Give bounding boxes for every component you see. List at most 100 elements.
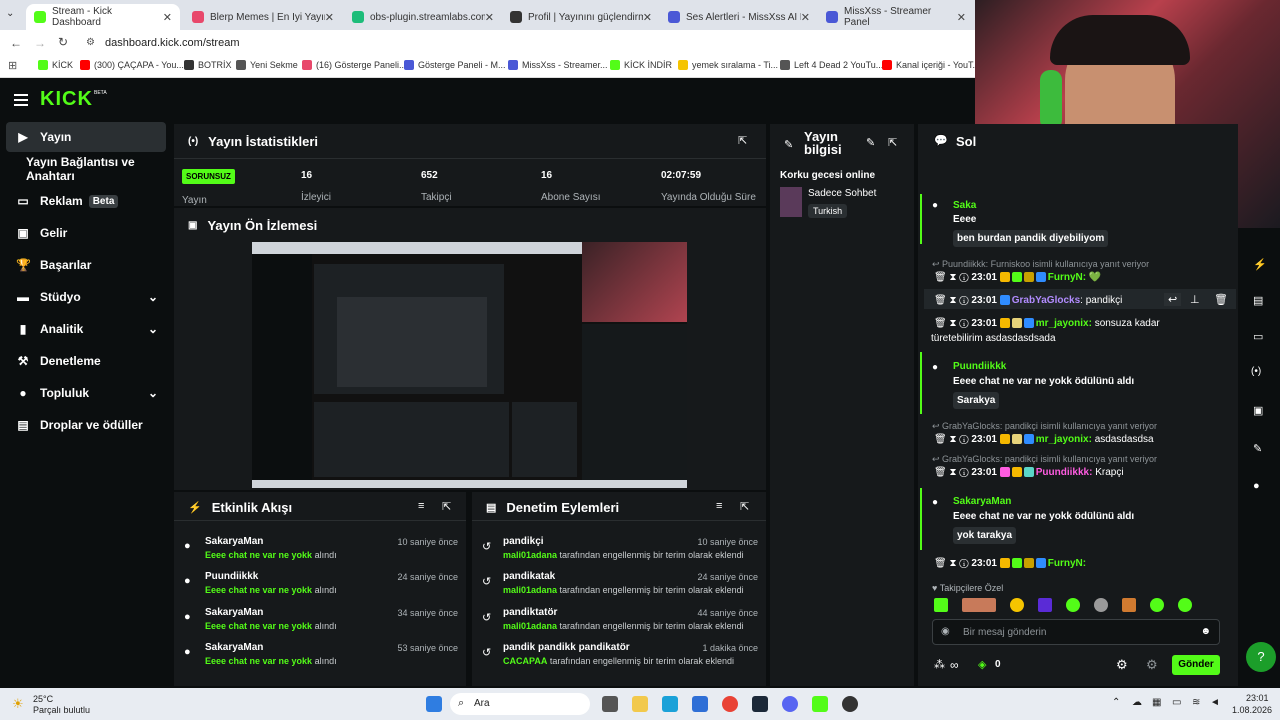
- back-icon[interactable]: ←: [10, 36, 22, 50]
- tab-4[interactable]: Ses Alertleri - MissXss AI Bot Sys...✕: [660, 4, 818, 30]
- broadcast-icon[interactable]: (•): [1251, 366, 1261, 377]
- chat-user[interactable]: mr_jayonix:: [1036, 434, 1092, 445]
- emote-icon[interactable]: [1038, 598, 1052, 612]
- close-icon[interactable]: ✕: [957, 11, 966, 24]
- bookmark-4[interactable]: (16) Gösterge Paneli...: [302, 60, 407, 70]
- tab-3[interactable]: Profil | Yayınını güçlendirmek iç...✕: [502, 4, 660, 30]
- undo-icon[interactable]: ↺: [482, 646, 491, 659]
- wifi-icon[interactable]: ≋: [1192, 697, 1200, 708]
- close-icon[interactable]: ✕: [163, 11, 172, 24]
- sidebar-item-gelir[interactable]: ▣ Gelir: [6, 218, 166, 248]
- windows-start-icon[interactable]: [426, 696, 442, 712]
- emoji-icon[interactable]: ☻: [1200, 626, 1211, 637]
- taskbar-search[interactable]: ⌕ Ara: [450, 693, 590, 715]
- close-icon[interactable]: ✕: [801, 11, 810, 24]
- bookmark-5[interactable]: Gösterge Paneli - M...: [404, 60, 506, 70]
- expand-icon[interactable]: ⇱: [888, 136, 897, 149]
- emote-icon[interactable]: [934, 598, 948, 612]
- explorer-icon[interactable]: [632, 696, 648, 712]
- clock-date[interactable]: 1.08.2026: [1232, 705, 1272, 715]
- edge-icon[interactable]: [662, 696, 678, 712]
- bookmark-6[interactable]: MissXss - Streamer...: [508, 60, 608, 70]
- bookmark-10[interactable]: Kanal içeriği - YouT...: [882, 60, 980, 70]
- chat-reward-user[interactable]: Saka: [953, 200, 976, 211]
- bookmark-8[interactable]: yemek sıralama - Ti...: [678, 60, 778, 70]
- chrome-icon[interactable]: [722, 696, 738, 712]
- mod-icons[interactable]: 🗑 ⧗ ⓘ: [934, 558, 971, 569]
- help-button[interactable]: ?: [1246, 642, 1276, 672]
- emote-icon[interactable]: [1094, 598, 1108, 612]
- tray-chevron-icon[interactable]: ⌃: [1112, 697, 1120, 708]
- store-icon[interactable]: [692, 696, 708, 712]
- kick-app-icon[interactable]: [812, 696, 828, 712]
- emote-icon[interactable]: [1122, 598, 1136, 612]
- mod-icons[interactable]: 🗑 ⧗ ⓘ: [934, 295, 971, 306]
- sidebar-item-yayin[interactable]: ▶ Yayın: [6, 122, 166, 152]
- emote-icon[interactable]: [1178, 598, 1192, 612]
- volume-icon[interactable]: ◄: [1210, 697, 1220, 708]
- pin-icon[interactable]: ⊥: [1190, 293, 1200, 306]
- document-icon[interactable]: ▤: [1253, 294, 1263, 307]
- category-name[interactable]: Sadece Sohbet: [808, 188, 876, 199]
- kick-logo[interactable]: KICK: [40, 88, 93, 111]
- chat-input[interactable]: ◉ Bir mesaj gönderin ☻: [932, 619, 1220, 645]
- edit-icon[interactable]: ✎: [866, 136, 875, 149]
- mod-icons[interactable]: 🗑 ⧗ ⓘ: [934, 434, 971, 445]
- tab-1[interactable]: Blerp Memes | En İyi Yayıncı Dest...✕: [184, 4, 342, 30]
- points-icon[interactable]: ⁂: [934, 658, 945, 671]
- chat-icon[interactable]: ▭: [1253, 330, 1263, 343]
- send-button[interactable]: Gönder: [1172, 655, 1220, 675]
- tab-0[interactable]: Stream - Kick Dashboard ✕: [26, 4, 180, 30]
- sidebar-item-denetleme[interactable]: ⚒ Denetleme: [6, 346, 166, 376]
- undo-icon[interactable]: ↺: [482, 575, 491, 588]
- bookmark-0[interactable]: KİCK: [38, 60, 73, 70]
- cloud-icon[interactable]: ☁: [1132, 697, 1142, 708]
- reply-icon[interactable]: ↩: [1164, 293, 1182, 306]
- obs-icon[interactable]: [842, 696, 858, 712]
- emote-icon[interactable]: [962, 598, 996, 612]
- mod-icons[interactable]: 🗑 ⧗ ⓘ: [934, 467, 971, 478]
- forward-icon[interactable]: →: [34, 36, 46, 50]
- stream-preview-video[interactable]: [252, 242, 687, 488]
- tab-5[interactable]: MissXss - Streamer Panel ✕: [818, 4, 974, 30]
- discord-icon[interactable]: [782, 696, 798, 712]
- expand-icon[interactable]: ⇱: [740, 500, 749, 513]
- bookmark-2[interactable]: BOTRİX: [184, 60, 232, 70]
- close-icon[interactable]: ✕: [643, 11, 652, 24]
- sidebar-item-basarilar[interactable]: 🏆 Başarılar: [6, 250, 166, 280]
- expand-icon[interactable]: ⇱: [738, 134, 747, 147]
- sidebar-item-reklam[interactable]: ▭ Reklam Beta: [6, 186, 166, 216]
- sidebar-item-studyo[interactable]: ▬ Stüdyo ⌄: [6, 282, 166, 312]
- task-view-icon[interactable]: [602, 696, 618, 712]
- filter-icon[interactable]: ≡: [716, 500, 722, 512]
- emote-icon[interactable]: [1150, 598, 1164, 612]
- preview-icon[interactable]: ▣: [1253, 404, 1263, 417]
- emote-icon[interactable]: [1066, 598, 1080, 612]
- pin-icon[interactable]: ✎: [1253, 442, 1262, 455]
- clock-time[interactable]: 23:01: [1246, 693, 1269, 703]
- close-icon[interactable]: ✕: [325, 11, 334, 24]
- sidebar-item-stream-key[interactable]: Yayın Bağlantısı ve Anahtarı: [6, 154, 166, 184]
- menu-icon[interactable]: [14, 94, 28, 106]
- reward-icon[interactable]: ●: [1253, 480, 1260, 492]
- chat-user[interactable]: Puundiikkk:: [1036, 467, 1093, 478]
- url-field[interactable]: dashboard.kick.com/stream: [105, 37, 240, 49]
- delete-icon[interactable]: 🗑: [1214, 293, 1228, 306]
- chat-user[interactable]: GrabYaGlocks: [1012, 295, 1080, 306]
- lightning-icon[interactable]: ⚡: [1253, 258, 1267, 271]
- mod-icons[interactable]: 🗑 ⧗ ⓘ: [934, 272, 971, 283]
- expand-icon[interactable]: ⇱: [442, 500, 451, 513]
- site-info-icon[interactable]: ⚙: [86, 37, 95, 48]
- settings-icon[interactable]: ⚙: [1146, 657, 1158, 673]
- steam-icon[interactable]: [752, 696, 768, 712]
- undo-icon[interactable]: ↺: [482, 611, 491, 624]
- undo-icon[interactable]: ↺: [482, 540, 491, 553]
- chat-reward-user[interactable]: SakaryaMan: [953, 496, 1011, 507]
- sidebar-item-droplar[interactable]: ▤ Droplar ve ödüller: [6, 410, 166, 440]
- chat-user[interactable]: mr_jayonix:: [1036, 318, 1092, 329]
- chat-user[interactable]: FurnyN:: [1048, 558, 1086, 569]
- filter-icon[interactable]: ≡: [418, 500, 424, 512]
- bookmark-1[interactable]: (300) ÇAÇAPA - You...: [80, 60, 184, 70]
- close-icon[interactable]: ✕: [485, 11, 494, 24]
- bookmark-9[interactable]: Left 4 Dead 2 YouTu...: [780, 60, 883, 70]
